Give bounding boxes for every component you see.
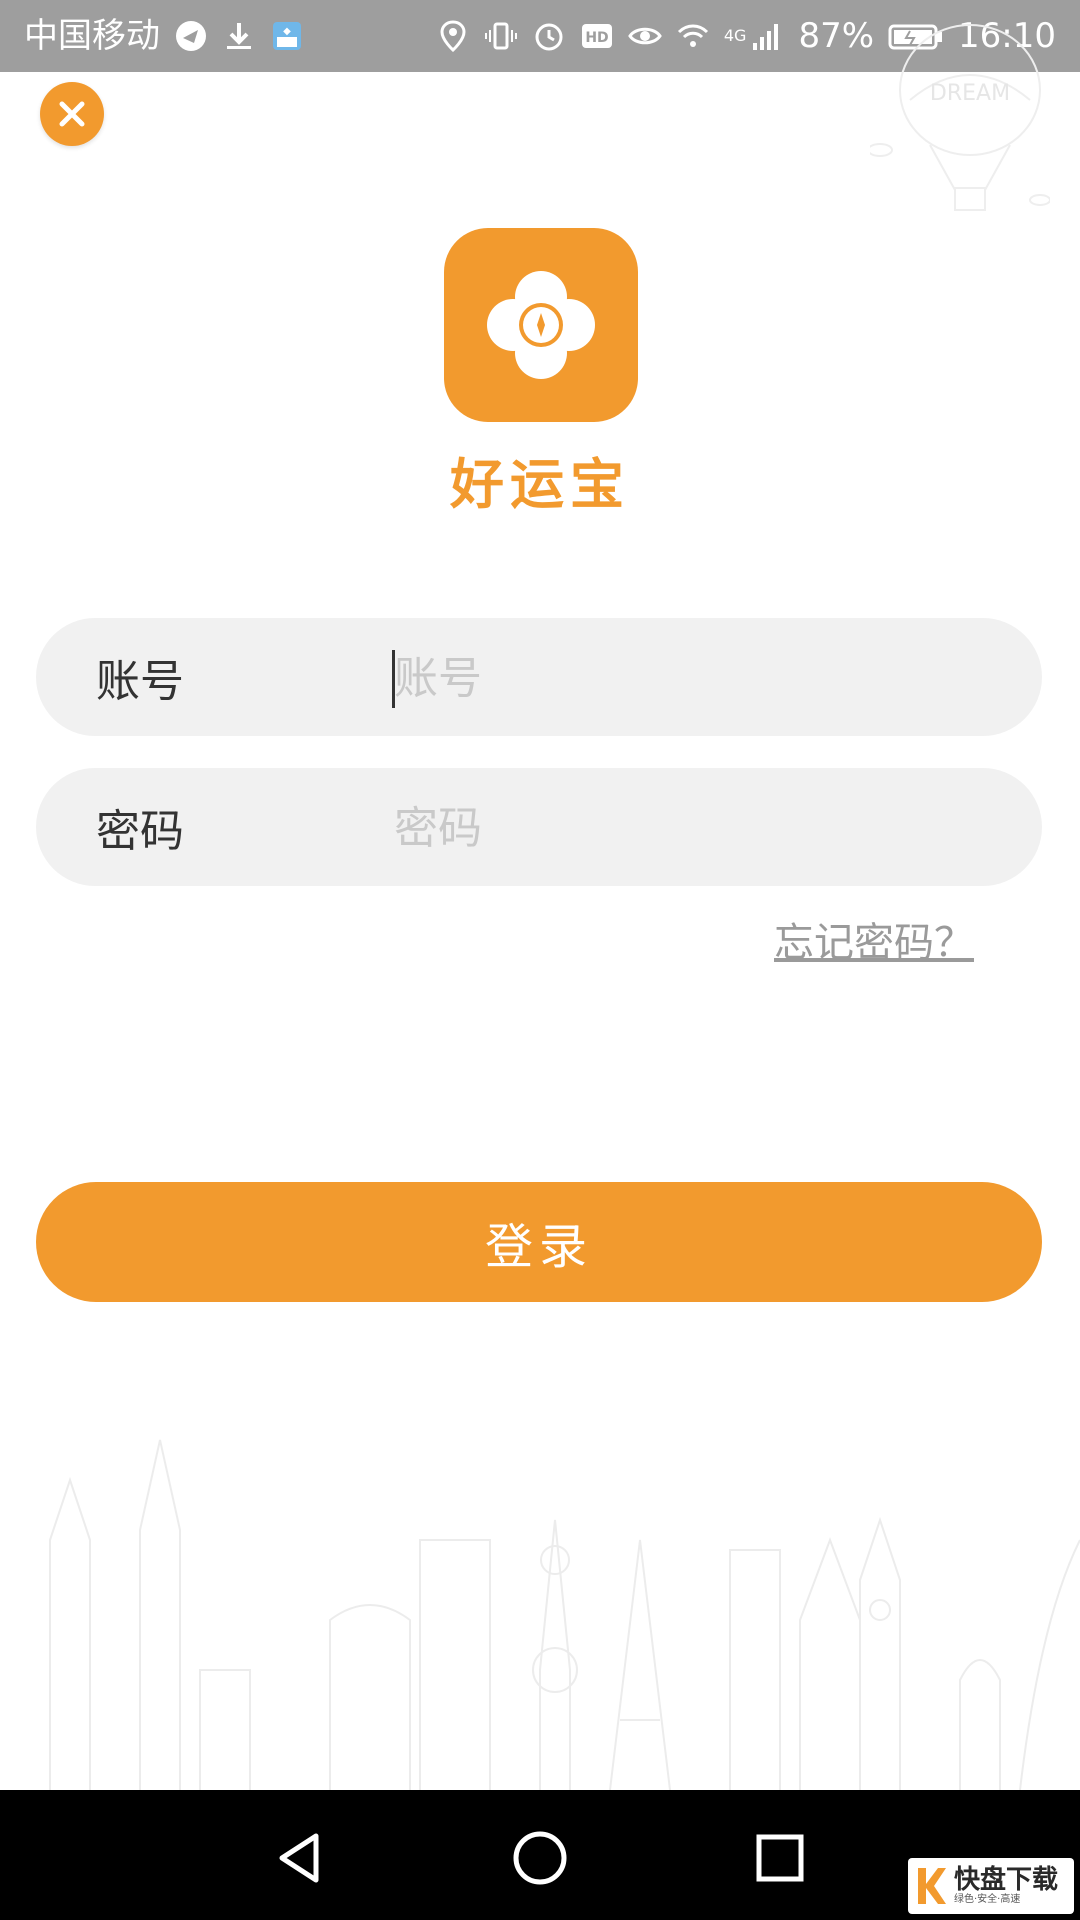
recents-icon <box>756 1834 804 1882</box>
password-label: 密码 <box>96 806 184 857</box>
back-icon <box>279 1833 319 1883</box>
forgot-password-link[interactable]: 忘记密码？ <box>774 910 974 968</box>
watermark-sub: 绿色·安全·高速 <box>954 1894 1021 1906</box>
network-type: 4G <box>723 26 747 45</box>
watermark-logo: 快盘下载 绿色·安全·高速 <box>908 1858 1074 1914</box>
balloon-decoration-icon: DREAM <box>870 24 1050 211</box>
status-left: 中国移动 ◆ <box>24 19 304 53</box>
account-field[interactable]: 账号 <box>36 618 1042 736</box>
hd-label: HD <box>585 30 608 46</box>
download-icon <box>222 19 256 53</box>
account-input[interactable] <box>392 637 1002 719</box>
eye-icon <box>628 19 662 53</box>
navigation-bar: 快盘下载 绿色·安全·高速 <box>0 1790 1080 1920</box>
svg-text:◆: ◆ <box>283 26 291 37</box>
text-caret <box>392 650 395 708</box>
game-app-icon: ◆ <box>270 19 304 53</box>
close-icon <box>59 101 85 127</box>
password-input[interactable] <box>392 787 1002 869</box>
watermark-k-icon <box>918 1868 946 1904</box>
recents-button[interactable] <box>740 1818 820 1898</box>
close-button[interactable] <box>40 82 104 146</box>
password-field[interactable]: 密码 <box>36 768 1042 886</box>
login-button[interactable]: 登录 <box>36 1182 1042 1302</box>
hd-icon: HD <box>580 19 614 53</box>
back-button[interactable] <box>260 1818 340 1898</box>
clover-coin-icon <box>487 271 595 379</box>
watermark-main: 快盘下载 <box>954 1864 1059 1895</box>
battery-percent: 87% <box>798 16 875 56</box>
location-icon <box>436 19 470 53</box>
signal-icon <box>750 19 784 53</box>
balloon-text: DREAM <box>930 81 1010 106</box>
city-skyline-icon <box>49 1439 1080 1790</box>
carrier-label: 中国移动 <box>24 16 160 56</box>
bird-app-icon <box>174 19 208 53</box>
alarm-icon <box>532 19 566 53</box>
app-name: 好运宝 <box>450 453 630 516</box>
home-icon <box>513 1831 567 1885</box>
account-label: 账号 <box>96 656 184 707</box>
wifi-icon <box>676 19 710 53</box>
app-logo <box>444 228 638 422</box>
home-button[interactable] <box>500 1818 580 1898</box>
vibrate-icon <box>484 19 518 53</box>
